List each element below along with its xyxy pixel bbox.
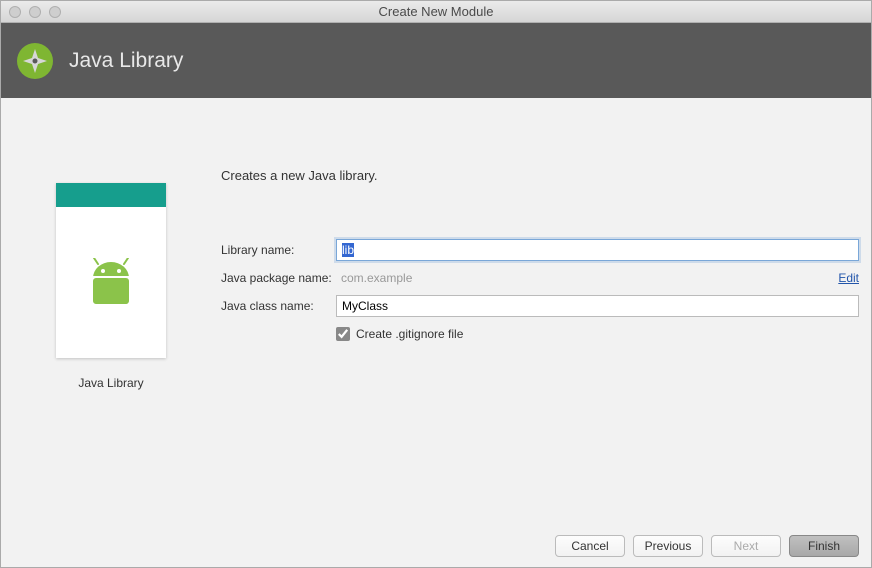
- class-name-row: Java class name:: [221, 295, 859, 317]
- header-banner: Java Library: [1, 23, 871, 98]
- card-body: [56, 207, 166, 358]
- maximize-window-icon[interactable]: [49, 6, 61, 18]
- class-name-input[interactable]: [336, 295, 859, 317]
- titlebar: Create New Module: [1, 1, 871, 23]
- form-area: Creates a new Java library. Library name…: [221, 98, 871, 525]
- edit-package-link[interactable]: Edit: [838, 271, 859, 285]
- previous-button[interactable]: Previous: [633, 535, 703, 557]
- card-label: Java Library: [78, 376, 143, 390]
- gitignore-label: Create .gitignore file: [356, 327, 463, 341]
- gitignore-checkbox[interactable]: [336, 327, 350, 341]
- library-name-input[interactable]: [336, 239, 859, 261]
- library-name-label: Library name:: [221, 243, 336, 257]
- gitignore-row: Create .gitignore file: [336, 327, 859, 341]
- library-name-row: Library name:: [221, 239, 859, 261]
- dialog-window: Create New Module Java Library: [0, 0, 872, 568]
- finish-button[interactable]: Finish: [789, 535, 859, 557]
- class-name-label: Java class name:: [221, 299, 336, 313]
- package-name-row: Java package name: com.example Edit: [221, 271, 859, 285]
- minimize-window-icon[interactable]: [29, 6, 41, 18]
- footer: Cancel Previous Next Finish: [1, 525, 871, 567]
- close-window-icon[interactable]: [9, 6, 21, 18]
- content-area: Java Library Creates a new Java library.…: [1, 98, 871, 525]
- cancel-button[interactable]: Cancel: [555, 535, 625, 557]
- next-button[interactable]: Next: [711, 535, 781, 557]
- android-compass-icon: [15, 41, 55, 81]
- android-icon: [81, 258, 141, 308]
- header-title: Java Library: [69, 49, 183, 73]
- module-card: [56, 183, 166, 358]
- traffic-lights: [1, 6, 61, 18]
- package-name-label: Java package name:: [221, 271, 336, 285]
- package-name-value: com.example: [336, 271, 830, 285]
- left-column: Java Library: [1, 98, 221, 525]
- card-accent: [56, 183, 166, 207]
- form-description: Creates a new Java library.: [221, 168, 859, 183]
- window-title: Create New Module: [1, 4, 871, 19]
